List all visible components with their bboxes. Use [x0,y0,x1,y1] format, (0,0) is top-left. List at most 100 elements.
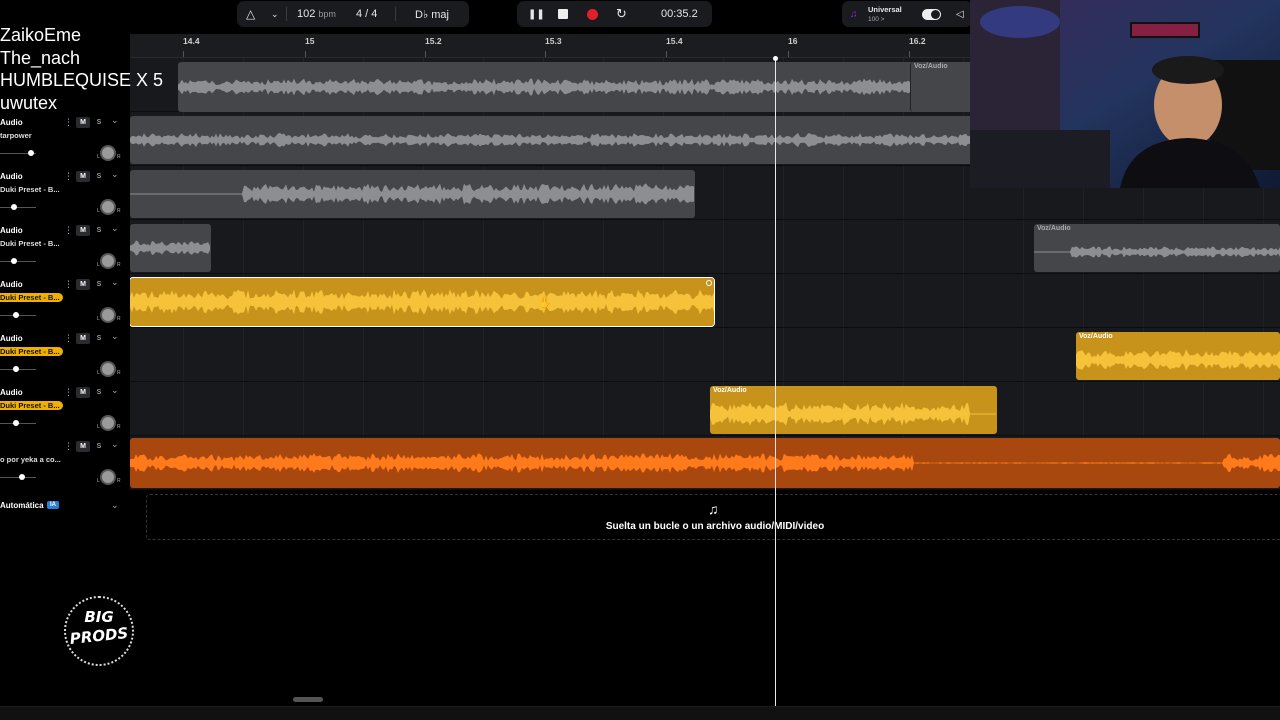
mute-button[interactable]: M [76,171,90,182]
volume-slider[interactable] [0,261,36,262]
mute-button[interactable]: M [76,387,90,398]
volume-slider-handle[interactable] [28,150,34,156]
chevron-down-icon[interactable]: ⌄ [271,1,279,27]
track-preset[interactable]: tarpower [0,131,32,140]
mute-button[interactable]: M [76,225,90,236]
playhead[interactable] [775,58,776,706]
track-header[interactable]: Audio Duki Preset - B... ⋮ M S ⌄ L R [0,382,130,436]
expand-icon[interactable]: ⌄ [111,331,119,342]
solo-button[interactable]: S [93,225,105,236]
track-header[interactable]: Audio tarpower ⋮ M S ⌄ L R [0,112,130,166]
track-preset[interactable]: Duki Preset - B... [0,185,60,194]
loop-icon[interactable]: ↻ [616,1,627,27]
mute-button[interactable]: M [76,441,90,452]
audio-clip[interactable]: Voz/Audio [1076,332,1280,380]
track-lane[interactable]: Voz/Audio [130,382,1280,436]
track-lane[interactable]: ✋ [129,274,1280,328]
stop-icon[interactable] [558,1,568,27]
ruler-mark [425,51,426,57]
volume-slider-handle[interactable] [13,420,19,426]
volume-slider-handle[interactable] [13,366,19,372]
track-header[interactable]: o por yeka a co... ⋮ M S ⌄ L R [0,436,130,490]
solo-button[interactable]: S [93,117,105,128]
expand-icon[interactable]: ⌄ [111,223,119,234]
pan-knob[interactable] [100,145,116,161]
drop-zone[interactable]: ♫ Suelta un bucle o un archivo audio/MID… [146,494,1280,540]
chevron-down-icon[interactable]: ⌄ [111,500,119,511]
speaker-icon[interactable]: ◁ [956,1,964,27]
tempo-display[interactable]: 102 bpm [297,1,336,27]
track-lane[interactable]: Voz/Audio [130,220,1280,274]
toggle-switch[interactable] [922,1,941,27]
timeline-ruler[interactable]: 14.4 15 15.2 15.3 15.4 16 16.2 [130,34,970,58]
pan-knob[interactable] [100,253,116,269]
audio-clip[interactable] [130,224,211,272]
clip-handle-icon[interactable] [706,280,712,286]
more-options-icon[interactable]: ⋮ [64,387,73,398]
pan-knob[interactable] [100,415,116,431]
track-lane[interactable] [130,436,1280,490]
track-preset[interactable]: Duki Preset - B... [0,239,60,248]
time-signature[interactable]: 4 / 4 [356,1,377,27]
track-header[interactable]: Audio Duki Preset - B... ⋮ M S ⌄ L R [0,328,130,382]
pan-knob[interactable] [100,469,116,485]
audio-clip[interactable] [130,170,695,218]
pan-right-label: R [117,208,121,214]
solo-button[interactable]: S [93,333,105,344]
track-preset[interactable]: Duki Preset - B... [0,401,63,410]
audio-clip[interactable]: Voz/Audio [1034,224,1280,272]
expand-icon[interactable]: ⌄ [111,385,119,396]
track-header[interactable]: Audio Duki Preset - B... ⋮ M S ⌄ L R [0,220,130,274]
horizontal-scrollbar[interactable] [293,697,323,702]
more-options-icon[interactable]: ⋮ [64,171,73,182]
pan-left-label: L [97,370,100,376]
pan-knob[interactable] [100,307,116,323]
key-selector[interactable]: D♭ maj [415,1,449,27]
track-preset[interactable]: Duki Preset - B... [0,347,63,356]
mute-button[interactable]: M [76,117,90,128]
volume-slider-handle[interactable] [13,312,19,318]
waveform [130,240,210,256]
volume-slider-handle[interactable] [11,204,17,210]
pan-knob[interactable] [100,199,116,215]
expand-icon[interactable]: ⌄ [111,277,119,288]
overlay-name: uwutex [0,92,58,113]
solo-button[interactable]: S [93,387,105,398]
track-header[interactable]: Audio Duki Preset - B... ⋮ M S ⌄ L R [0,166,130,220]
more-options-icon[interactable]: ⋮ [64,333,73,344]
solo-button[interactable]: S [93,171,105,182]
more-options-icon[interactable]: ⋮ [64,441,73,452]
playhead-handle[interactable] [773,56,778,61]
more-options-icon[interactable]: ⋮ [64,225,73,236]
preset-value[interactable]: 100 > [868,6,884,32]
mute-button[interactable]: M [76,279,90,290]
audio-clip-selected[interactable]: ✋ [129,277,715,327]
audio-clip[interactable]: Voz/Audio [710,386,997,434]
record-icon[interactable] [587,1,598,27]
big-prods-logo: BIG PRODS [64,596,134,666]
overlay-name: HUMBLEQUISE X 5 [0,70,164,90]
ruler-tick: 16.2 [909,36,926,46]
more-options-icon[interactable]: ⋮ [64,279,73,290]
expand-icon[interactable]: ⌄ [111,115,119,126]
solo-button[interactable]: S [93,279,105,290]
pan-knob[interactable] [100,361,116,377]
metronome-icon[interactable]: △ [246,1,255,27]
pause-icon[interactable]: ❚❚ [528,1,545,27]
track-lane[interactable]: Voz/Audio [130,328,1280,382]
track-preset[interactable]: o por yeka a co... [0,455,61,464]
expand-icon[interactable]: ⌄ [111,169,119,180]
solo-button[interactable]: S [93,441,105,452]
volume-slider-handle[interactable] [11,258,17,264]
volume-slider-handle[interactable] [19,474,25,480]
automation-row[interactable]: Automática IA ⌄ [0,497,130,515]
mute-button[interactable]: M [76,333,90,344]
expand-icon[interactable]: ⌄ [111,439,119,450]
track-preset[interactable]: Duki Preset - B... [0,293,63,302]
track-header[interactable]: Audio Duki Preset - B... ⋮ M S ⌄ L R [0,274,130,328]
audio-clip[interactable] [130,438,1280,488]
volume-slider[interactable] [0,207,36,208]
playback-controls: ❚❚ ↻ 00:35.2 [517,1,712,27]
volume-slider[interactable] [0,477,36,478]
more-options-icon[interactable]: ⋮ [64,117,73,128]
